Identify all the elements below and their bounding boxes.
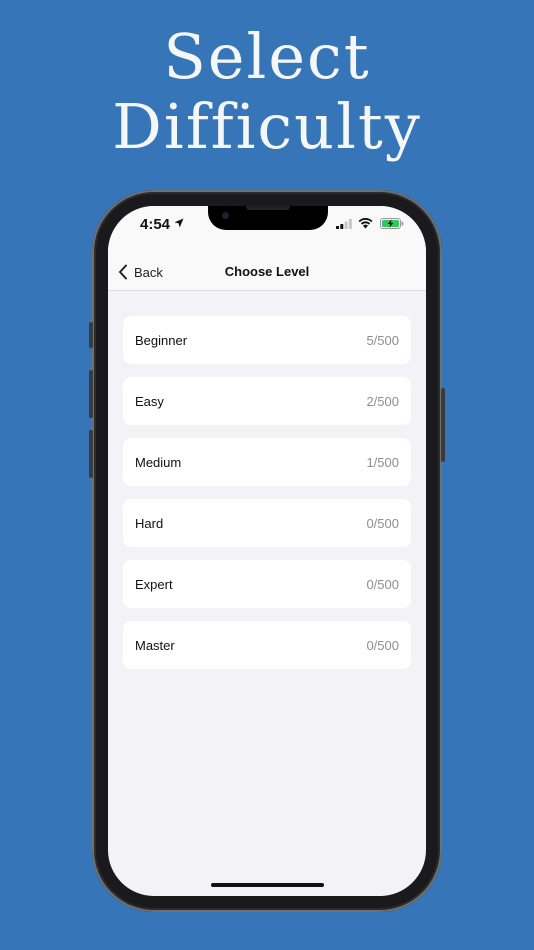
level-row-easy[interactable]: Easy 2/500 (123, 377, 411, 425)
level-progress: 0/500 (366, 576, 399, 592)
level-row-expert[interactable]: Expert 0/500 (123, 560, 411, 608)
level-row-medium[interactable]: Medium 1/500 (123, 438, 411, 486)
mute-switch (89, 322, 93, 348)
level-name: Beginner (135, 332, 188, 348)
level-progress: 0/500 (366, 637, 399, 653)
level-progress: 0/500 (366, 515, 399, 531)
level-progress: 1/500 (366, 454, 399, 470)
cellular-signal-icon (336, 219, 352, 229)
front-camera (222, 212, 229, 219)
phone-frame: 4:54 Back Choose Level Beginner 5/500 Ea… (89, 190, 445, 912)
level-list: Beginner 5/500 Easy 2/500 Medium 1/500 H… (123, 316, 411, 682)
volume-down-button (89, 430, 93, 478)
page-title: Choose Level (224, 264, 310, 279)
level-name: Master (135, 637, 175, 653)
level-name: Expert (135, 576, 173, 592)
phone-screen: 4:54 Back Choose Level Beginner 5/500 Ea… (108, 206, 426, 896)
wifi-icon (358, 218, 373, 229)
level-name: Medium (135, 454, 182, 470)
level-name: Easy (135, 393, 164, 409)
location-arrow-icon (174, 218, 184, 228)
home-indicator[interactable] (211, 883, 324, 887)
level-row-hard[interactable]: Hard 0/500 (123, 499, 411, 547)
notch (208, 206, 328, 230)
level-row-master[interactable]: Master 0/500 (123, 621, 411, 669)
battery-charging-icon (380, 218, 404, 229)
level-name: Hard (135, 515, 164, 531)
status-time: 4:54 (140, 216, 171, 233)
volume-up-button (89, 370, 93, 418)
power-button (441, 388, 445, 462)
promo-headline: Select Difficulty (0, 22, 534, 162)
headline-line-2: Difficulty (112, 90, 422, 163)
level-row-beginner[interactable]: Beginner 5/500 (123, 316, 411, 364)
level-progress: 2/500 (366, 393, 399, 409)
level-progress: 5/500 (366, 332, 399, 348)
speaker-grille (246, 206, 290, 210)
headline-line-1: Select (163, 20, 371, 93)
